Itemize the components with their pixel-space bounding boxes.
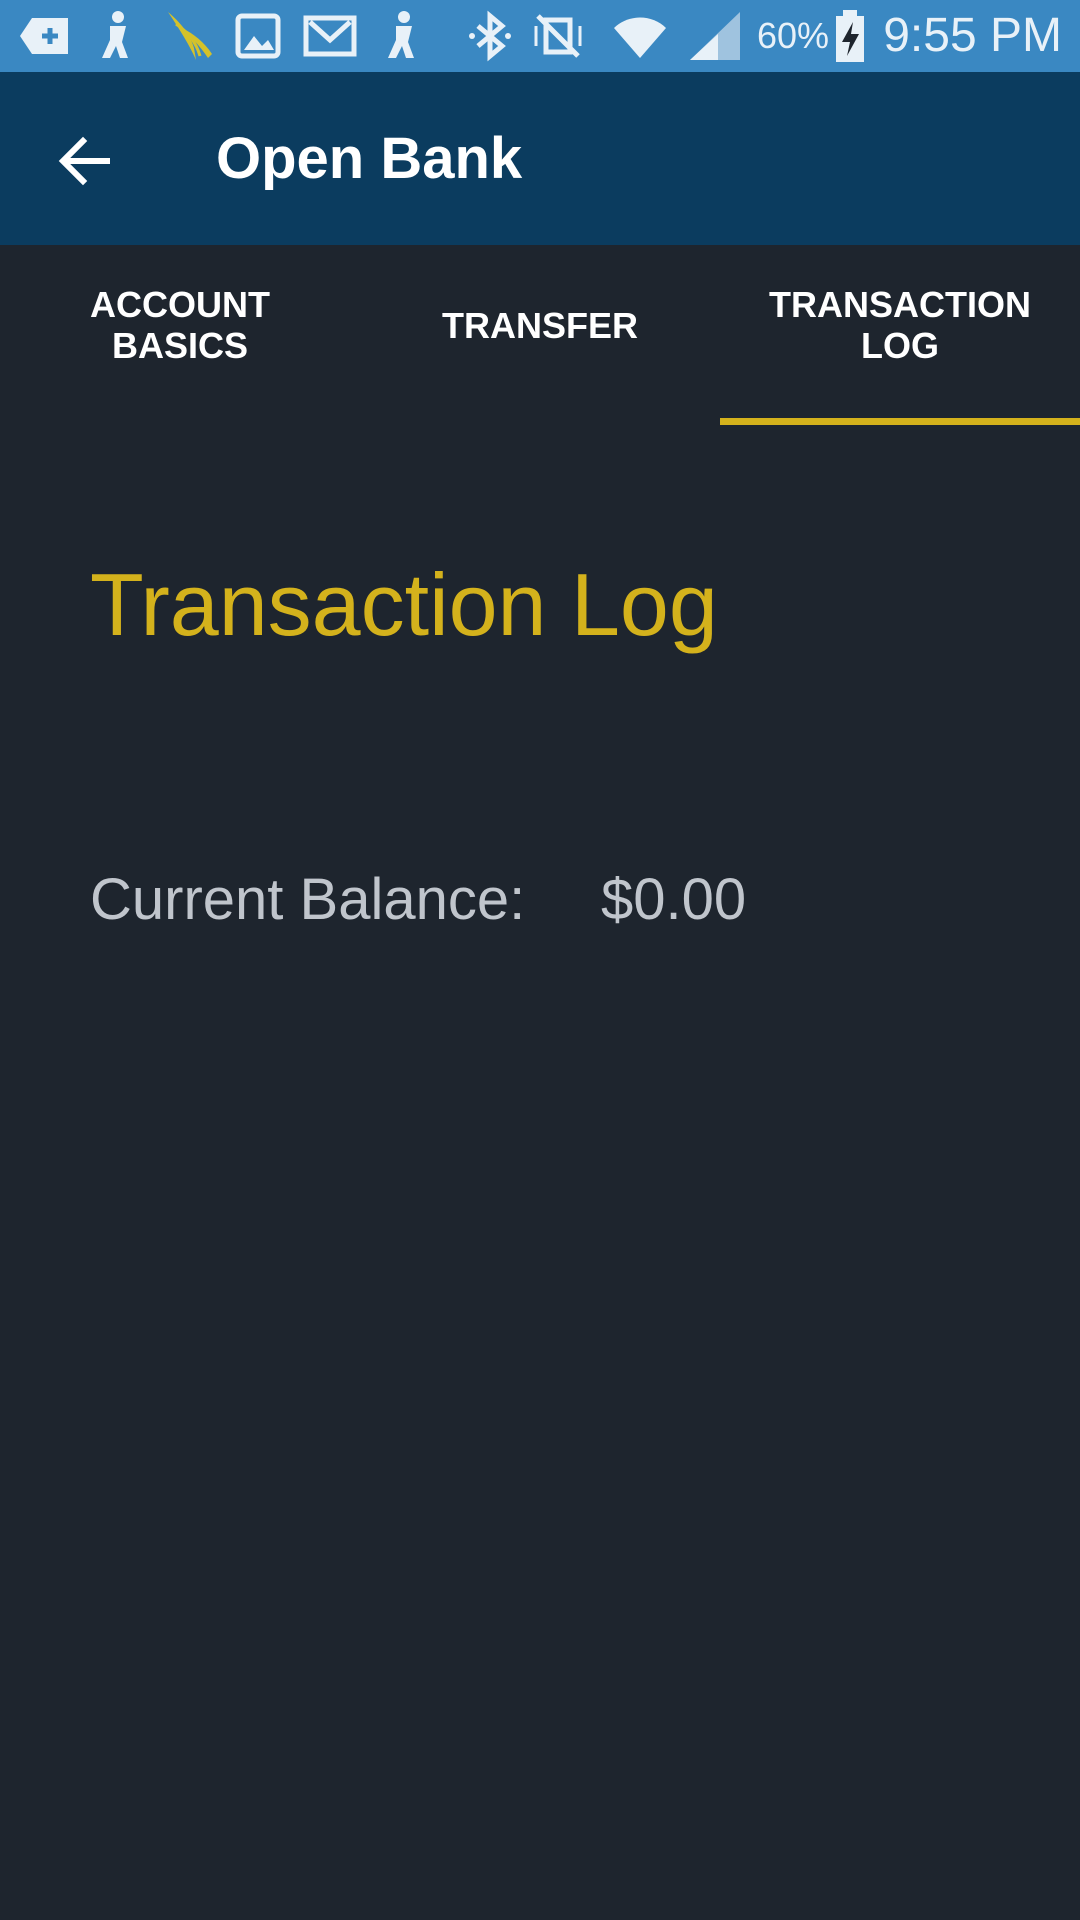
balance-label: Current Balance: bbox=[90, 867, 526, 932]
tab-account-basics[interactable]: ACCOUNT BASICS bbox=[0, 245, 360, 425]
app-title: Open Bank bbox=[216, 126, 523, 191]
app-bar: Open Bank bbox=[0, 72, 1080, 245]
battery-charging-icon bbox=[830, 8, 870, 64]
accessibility-person-icon bbox=[374, 8, 430, 64]
wifi-icon bbox=[612, 8, 668, 64]
page-title: Transaction Log bbox=[90, 555, 718, 654]
balance-value: $0.00 bbox=[601, 867, 747, 932]
tab-bar: ACCOUNT BASICS TRANSFER TRANSACTION LOG bbox=[0, 245, 1080, 425]
status-time: 9:55 PM bbox=[883, 9, 1062, 62]
accessibility-person-icon bbox=[88, 8, 144, 64]
selected-tab-indicator bbox=[720, 418, 1080, 425]
tab-label: ACCOUNT BASICS bbox=[90, 284, 270, 366]
status-bar: 60% 9:55 PM bbox=[0, 0, 1080, 72]
tab-transfer[interactable]: TRANSFER bbox=[360, 245, 720, 425]
battery-percent: 60% bbox=[757, 15, 830, 56]
vibrate-mute-icon bbox=[530, 8, 586, 64]
bluetooth-icon bbox=[462, 8, 518, 64]
tab-label: TRANSACTION LOG bbox=[769, 284, 1031, 366]
tab-transaction-log[interactable]: TRANSACTION LOG bbox=[720, 245, 1080, 425]
arrow-back-icon bbox=[58, 136, 110, 186]
image-icon bbox=[230, 8, 286, 64]
cell-signal-icon bbox=[688, 8, 744, 64]
gmail-icon bbox=[302, 8, 358, 64]
sprint-logo-icon bbox=[160, 8, 216, 64]
tab-label: TRANSFER bbox=[442, 304, 638, 346]
add-message-icon bbox=[18, 8, 74, 64]
back-button[interactable] bbox=[40, 116, 130, 206]
